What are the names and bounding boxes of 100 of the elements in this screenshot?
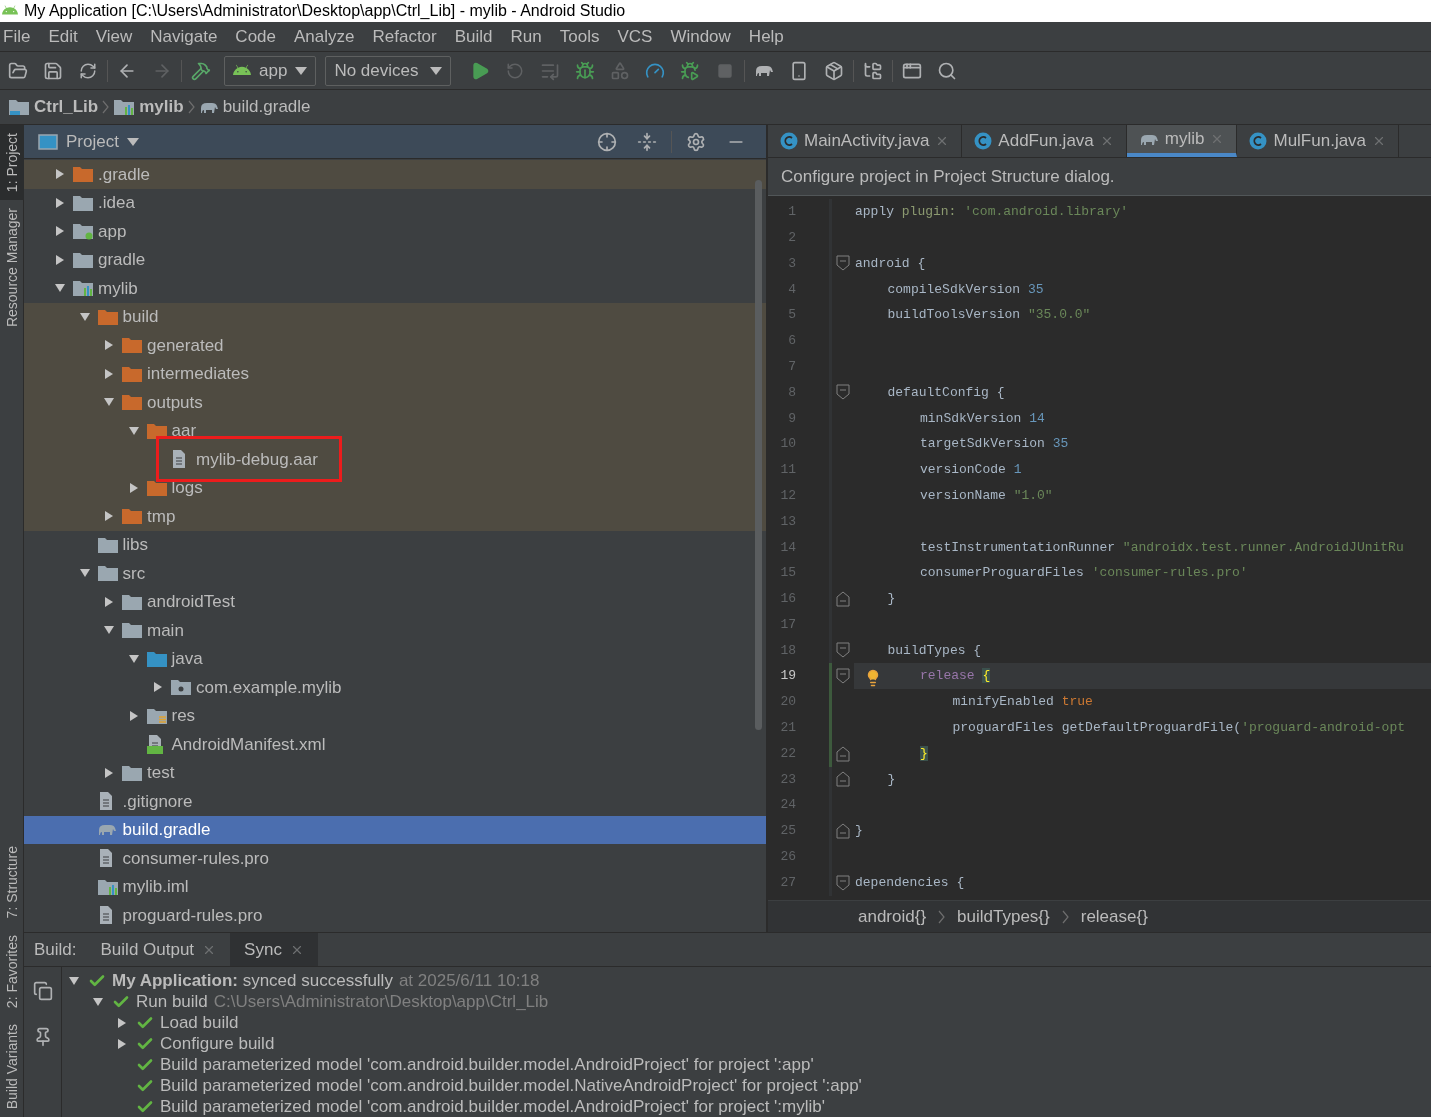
build-tree-item[interactable]: Build parameterized model 'com.android.builder.model.AndroidProject' for project ':app': [62, 1054, 862, 1075]
tree-item[interactable]: src: [24, 559, 766, 588]
collapsed-caret-icon[interactable]: [54, 168, 66, 181]
collapsed-caret-icon[interactable]: [116, 1016, 128, 1029]
code-breadcrumb[interactable]: buildTypes{}: [957, 903, 1050, 930]
manifest-file-icon: [145, 734, 164, 755]
fold-marker-icon[interactable]: [836, 823, 850, 839]
tool-window-tab[interactable]: 1: Project: [0, 125, 24, 201]
build-tree-item[interactable]: Configure build: [62, 1033, 862, 1054]
menu-item[interactable]: Window: [661, 23, 740, 50]
tree-item[interactable]: app: [24, 217, 766, 246]
tree-item[interactable]: .idea: [24, 188, 766, 217]
expanded-caret-icon[interactable]: [78, 310, 91, 323]
tree-item[interactable]: build.gradle: [24, 815, 766, 844]
editor-tab[interactable]: MainActivity.java: [768, 125, 963, 157]
expanded-caret-icon[interactable]: [127, 652, 140, 665]
tree-item[interactable]: libs: [24, 530, 766, 559]
collapsed-caret-icon[interactable]: [152, 681, 164, 694]
collapsed-caret-icon[interactable]: [127, 481, 140, 494]
build-tree-item[interactable]: Build parameterized model 'com.android.builder.model.NativeAndroidProject' for project ':app': [62, 1075, 862, 1096]
breadcrumb-item[interactable]: Ctrl_Lib: [8, 94, 99, 120]
tree-item[interactable]: com.example.mylib: [24, 673, 766, 702]
fold-marker-icon[interactable]: [836, 668, 850, 685]
menu-item[interactable]: Build: [445, 23, 502, 50]
code-breadcrumb[interactable]: release{}: [1080, 903, 1148, 930]
editor-tab[interactable]: MulFun.java: [1237, 125, 1400, 157]
tree-item[interactable]: mylib-debug.aar: [24, 445, 766, 474]
tree-item[interactable]: androidTest: [24, 587, 766, 616]
tree-item[interactable]: outputs: [24, 388, 766, 417]
build-tree-item[interactable]: Load build: [62, 1012, 862, 1033]
tree-item[interactable]: intermediates: [24, 359, 766, 388]
menu-item[interactable]: View: [86, 23, 142, 50]
build-tree-item[interactable]: Build parameterized model 'com.android.builder.model.AndroidProject' for project ':mylib': [62, 1096, 862, 1117]
tool-window-tab[interactable]: 2: Favorites: [0, 926, 24, 1016]
collapsed-caret-icon[interactable]: [103, 339, 115, 352]
fold-marker-icon[interactable]: [836, 771, 850, 788]
fold-marker-icon[interactable]: [836, 745, 850, 762]
scrollbar[interactable]: [755, 180, 762, 730]
tree-item[interactable]: build: [24, 302, 766, 331]
tree-item[interactable]: .gradle: [24, 160, 766, 189]
tree-item[interactable]: java: [24, 644, 766, 673]
menu-item[interactable]: Help: [739, 23, 793, 50]
tree-item[interactable]: AndroidManifest.xml: [24, 730, 766, 759]
collapsed-caret-icon[interactable]: [54, 196, 66, 209]
menu-item[interactable]: Edit: [39, 23, 87, 50]
menu-item[interactable]: Analyze: [285, 23, 364, 50]
menu-item[interactable]: File: [0, 23, 40, 50]
collapsed-caret-icon[interactable]: [127, 709, 140, 722]
tree-item[interactable]: mylib: [24, 274, 766, 303]
tool-window-tab[interactable]: Build Variants: [0, 1015, 24, 1117]
tree-item[interactable]: res: [24, 701, 766, 730]
tree-item[interactable]: .gitignore: [24, 787, 766, 816]
run-config-dropdown[interactable]: app: [224, 55, 317, 86]
tree-item[interactable]: gradle: [24, 245, 766, 274]
breadcrumb-item[interactable]: build.gradle: [198, 94, 311, 120]
fold-marker-icon[interactable]: [836, 384, 850, 401]
editor-tab[interactable]: AddFun.java: [962, 125, 1127, 157]
folder-icon: [121, 364, 143, 383]
fold-marker-icon[interactable]: [836, 255, 850, 272]
panel-tab[interactable]: Sync: [230, 933, 318, 966]
code-line: targetSdkVersion 35: [920, 435, 1069, 454]
tree-item[interactable]: tmp: [24, 502, 766, 531]
fold-marker-icon[interactable]: [836, 590, 850, 607]
fold-marker-icon[interactable]: [836, 642, 850, 659]
tree-item[interactable]: mylib.iml: [24, 872, 766, 901]
collapsed-caret-icon[interactable]: [54, 253, 66, 266]
fold-marker-icon[interactable]: [836, 874, 850, 891]
panel-tab[interactable]: Build Output: [86, 933, 231, 966]
collapsed-caret-icon[interactable]: [103, 595, 115, 608]
build-tree-item[interactable]: My Application: synced successfully at 2025/6/11 10:18: [62, 970, 862, 991]
menu-item[interactable]: Tools: [550, 23, 609, 50]
collapsed-caret-icon[interactable]: [54, 225, 66, 238]
menu-item[interactable]: Refactor: [363, 23, 446, 50]
tree-item[interactable]: consumer-rules.pro: [24, 844, 766, 873]
expanded-caret-icon[interactable]: [127, 424, 140, 437]
menu-item[interactable]: Code: [226, 23, 285, 50]
tree-item[interactable]: main: [24, 616, 766, 645]
breadcrumb-item[interactable]: mylib: [113, 94, 184, 120]
expanded-caret-icon[interactable]: [92, 995, 104, 1008]
collapsed-caret-icon[interactable]: [103, 766, 115, 779]
menu-item[interactable]: Run: [501, 23, 551, 50]
tree-item[interactable]: proguard-rules.pro: [24, 901, 766, 930]
collapsed-caret-icon[interactable]: [116, 1037, 128, 1050]
device-dropdown[interactable]: No devices: [325, 55, 452, 86]
line-number: 24: [779, 796, 796, 815]
menu-item[interactable]: VCS: [608, 23, 662, 50]
code-line: testInstrumentationRunner "androidx.test.runner.AndroidJUnitRu: [920, 538, 1404, 557]
collapsed-caret-icon[interactable]: [103, 367, 115, 380]
view-selector[interactable]: Project: [38, 128, 139, 155]
editor-tab[interactable]: mylib: [1126, 125, 1238, 157]
tree-item[interactable]: test: [24, 758, 766, 787]
code-breadcrumb[interactable]: android{}: [858, 903, 927, 930]
build-tree-item[interactable]: Run build C:\Users\Administrator\Desktop\app\Ctrl_Lib: [62, 991, 862, 1012]
collapsed-caret-icon[interactable]: [103, 510, 115, 523]
package-folder-icon: [170, 678, 192, 697]
tree-item[interactable]: generated: [24, 331, 766, 360]
tool-window-tab[interactable]: 7: Structure: [0, 838, 24, 927]
menu-item[interactable]: Navigate: [141, 23, 227, 50]
expanded-caret-icon[interactable]: [68, 974, 80, 987]
tool-window-tab[interactable]: Resource Manager: [0, 200, 24, 336]
